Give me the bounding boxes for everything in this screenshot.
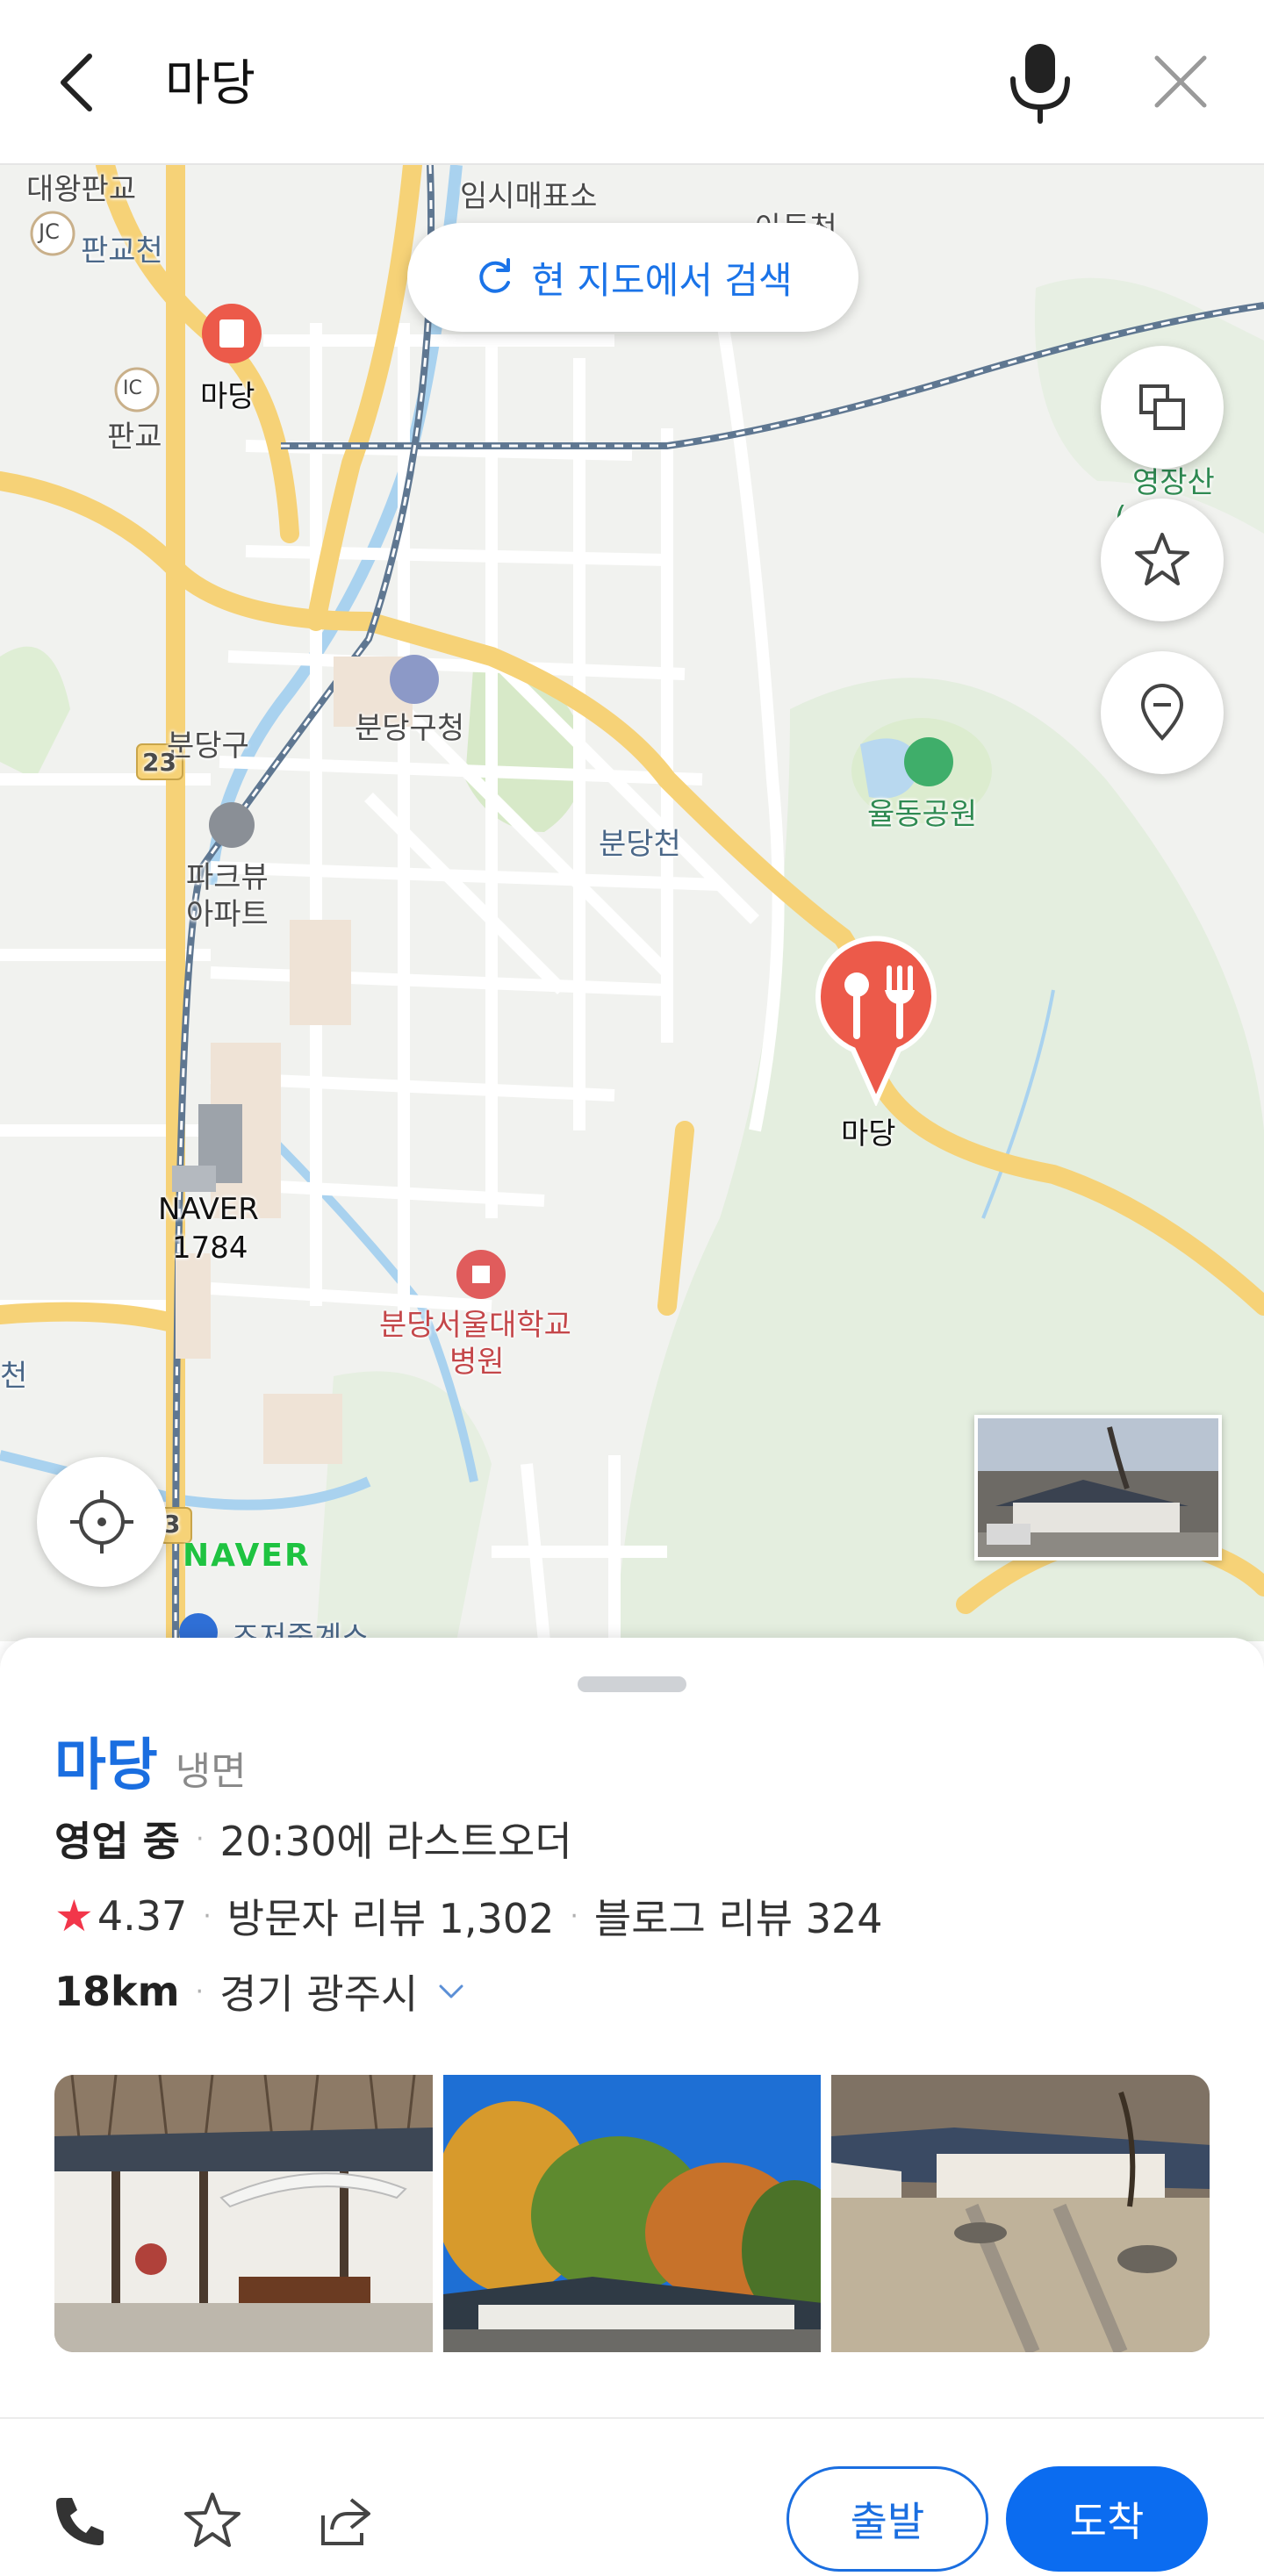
- refresh-icon: [479, 258, 511, 293]
- business-status: 영업 중: [54, 1818, 180, 1865]
- search-this-area-label: 현 지도에서 검색: [531, 258, 793, 302]
- crosshair-icon: [70, 1490, 133, 1553]
- map-label: 병원: [449, 1345, 505, 1380]
- back-icon[interactable]: [53, 49, 105, 116]
- layers-button[interactable]: [1101, 346, 1224, 469]
- star-icon: [1135, 533, 1189, 585]
- map-label: 분당천: [599, 827, 681, 862]
- place-name[interactable]: 마당: [54, 1720, 158, 1801]
- mic-icon[interactable]: [1001, 40, 1080, 125]
- map-label: NAVER: [158, 1192, 259, 1227]
- map-label: 분당구: [167, 728, 249, 764]
- share-icon[interactable]: [312, 2489, 376, 2552]
- close-icon[interactable]: [1150, 51, 1211, 112]
- map-label: 율동공원: [867, 797, 978, 832]
- rating-value: 4.37: [97, 1892, 188, 1940]
- separator-dot: ·: [203, 1900, 212, 1932]
- place-photo[interactable]: [54, 2075, 433, 2352]
- visitor-reviews-link[interactable]: 방문자 리뷰 1,302: [227, 1887, 555, 1945]
- last-order-text: 20:30에 라스트오더: [219, 1818, 572, 1865]
- star-icon[interactable]: [181, 2489, 244, 2552]
- chevron-down-icon[interactable]: [434, 1974, 469, 2009]
- map-label: 임시매표소: [460, 179, 598, 214]
- map-label: 1784: [172, 1231, 248, 1266]
- location-pin-icon: [1140, 684, 1184, 741]
- photo-strip: [54, 2075, 1210, 2352]
- star-filled-icon: ★: [54, 1891, 94, 1941]
- favorite-map-button[interactable]: [1101, 499, 1224, 621]
- map-label: JC: [39, 219, 60, 244]
- map-label: 대왕판교: [26, 172, 137, 207]
- my-place-button[interactable]: [1101, 651, 1224, 774]
- place-detail-sheet: 마당 냉면 영업 중 · 20:30에 라스트오더 ★ 4.37 · 방문자 리…: [0, 1638, 1264, 2576]
- blog-reviews-link[interactable]: 블로그 리뷰 324: [594, 1887, 883, 1945]
- place-photo[interactable]: [442, 2075, 822, 2352]
- search-bar: 마당: [0, 0, 1264, 165]
- naver-logo: NAVER: [183, 1538, 311, 1574]
- separator-dot: ·: [570, 1900, 578, 1932]
- map-label: IC: [123, 377, 142, 399]
- separator-dot: ·: [195, 1823, 205, 1855]
- place-title-row: 마당 냉면: [54, 1720, 247, 1801]
- search-query[interactable]: 마당: [165, 51, 255, 118]
- place-photo[interactable]: [831, 2075, 1210, 2352]
- map-label: 판교: [107, 420, 162, 455]
- map-label: 분당구청: [355, 711, 465, 746]
- map-label: 마당: [200, 379, 255, 414]
- distance: 18km: [54, 1968, 180, 2015]
- layers-icon: [1139, 384, 1185, 430]
- address-row[interactable]: 18km · 경기 광주시: [54, 1962, 469, 2020]
- map-label: 천: [0, 1359, 28, 1394]
- depart-button[interactable]: 출발: [786, 2466, 988, 2572]
- pin-label: 마당: [841, 1116, 896, 1152]
- separator-dot: ·: [195, 1976, 205, 2007]
- arrive-button[interactable]: 도착: [1006, 2466, 1208, 2572]
- map-label: 판교천: [81, 233, 163, 269]
- restaurant-pin-icon[interactable]: [815, 934, 937, 1106]
- map-view[interactable]: 대왕판교 임시매표소 아동천 JC 판교천 IC 판교 마당 영장산 ( m) …: [0, 165, 1264, 1641]
- current-location-button[interactable]: [37, 1457, 167, 1587]
- place-category: 냉면: [175, 1749, 247, 1794]
- map-label: 아파트: [186, 897, 269, 932]
- phone-icon[interactable]: [49, 2489, 112, 2552]
- search-this-area-button[interactable]: 현 지도에서 검색: [407, 223, 858, 332]
- divider: [0, 2417, 1264, 2419]
- route-badge: 23: [142, 748, 176, 777]
- business-hours-row[interactable]: 영업 중 · 20:30에 라스트오더: [54, 1810, 572, 1868]
- sheet-handle[interactable]: [578, 1676, 686, 1692]
- rating-row: ★ 4.37 · 방문자 리뷰 1,302 · 블로그 리뷰 324: [54, 1887, 883, 1945]
- address: 경기 광주시: [219, 1970, 419, 2018]
- street-view-thumbnail[interactable]: [974, 1415, 1222, 1561]
